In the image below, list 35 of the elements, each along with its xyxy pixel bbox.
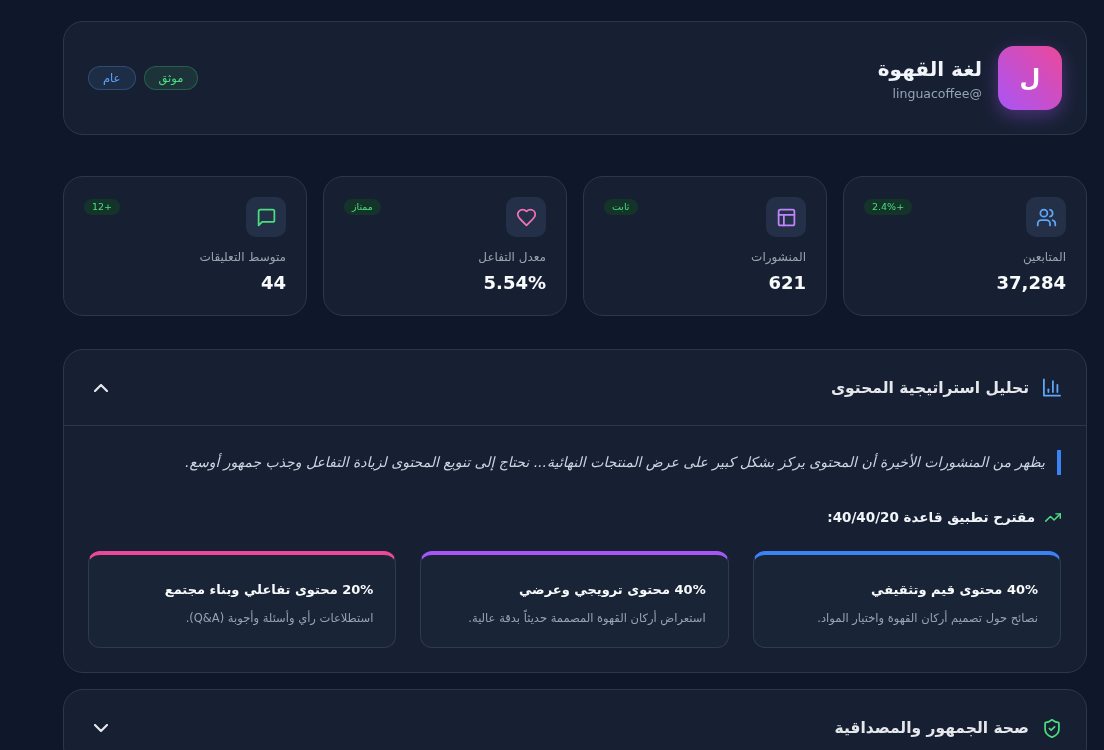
trend-tag: +2.4% — [864, 199, 913, 216]
mix-description: نصائح حول تصميم أركان القهوة واختيار المواد. — [816, 611, 1038, 625]
mix-title: 40% محتوى ترويجي وعرضي — [517, 582, 706, 597]
stat-value: 44 — [260, 272, 286, 293]
trend-tag: +12 — [84, 199, 121, 216]
section-title: صحة الجمهور والمصداقية — [834, 719, 1029, 737]
mix-title: 40% محتوى قيم وتثقيفي — [870, 582, 1038, 597]
analysis-quote: يظهر من المنشورات الأخيرة أن المحتوى يركز بشكل كبير على عرض المنتجات النهائية... نحتاج إلى تنويع المحتوى لزيادة التفاعل وجذب جمهور أوسع. — [88, 450, 1061, 475]
trend-tag: ممتاز — [344, 199, 381, 216]
trend-tag: ثابت — [604, 199, 638, 216]
suggestion-heading: مقترح تطبيق قاعدة 40/40/20: — [827, 509, 1035, 525]
mix-title: 20% محتوى تفاعلي وبناء مجتمع — [163, 582, 374, 597]
stat-value: 621 — [768, 272, 806, 293]
stat-label: متوسط التعليقات — [199, 250, 286, 264]
section-title: تحليل استراتيجية المحتوى — [830, 378, 1029, 397]
status-tag: عام — [88, 65, 136, 91]
chevron-up-icon — [94, 383, 108, 392]
stat-label: المنشورات — [751, 250, 806, 264]
stat-value: 5.54% — [483, 272, 546, 293]
chevron-down-icon — [94, 724, 108, 732]
trending-up-icon — [1045, 512, 1061, 522]
users-icon — [1026, 197, 1066, 237]
avatar: ل — [998, 46, 1062, 110]
bar-chart-icon — [1043, 378, 1061, 397]
profile-handle: @linguacoffee — [892, 85, 982, 101]
shield-check-icon — [1043, 718, 1061, 738]
stat-label: المتابعين — [1022, 250, 1066, 264]
status-tag: موثق — [143, 65, 199, 91]
layout-icon — [766, 197, 806, 237]
message-icon — [246, 197, 286, 237]
mix-description: استعراض أركان القهوة المصممة حديثاً بدقة عالية. — [467, 611, 706, 625]
stat-value: 37,284 — [996, 272, 1066, 293]
mix-description: استطلاعات رأي وأسئلة وأجوبة (Q&A). — [184, 611, 374, 625]
stat-label: معدل التفاعل — [478, 250, 546, 264]
profile-name: لغة القهوة — [877, 55, 982, 82]
